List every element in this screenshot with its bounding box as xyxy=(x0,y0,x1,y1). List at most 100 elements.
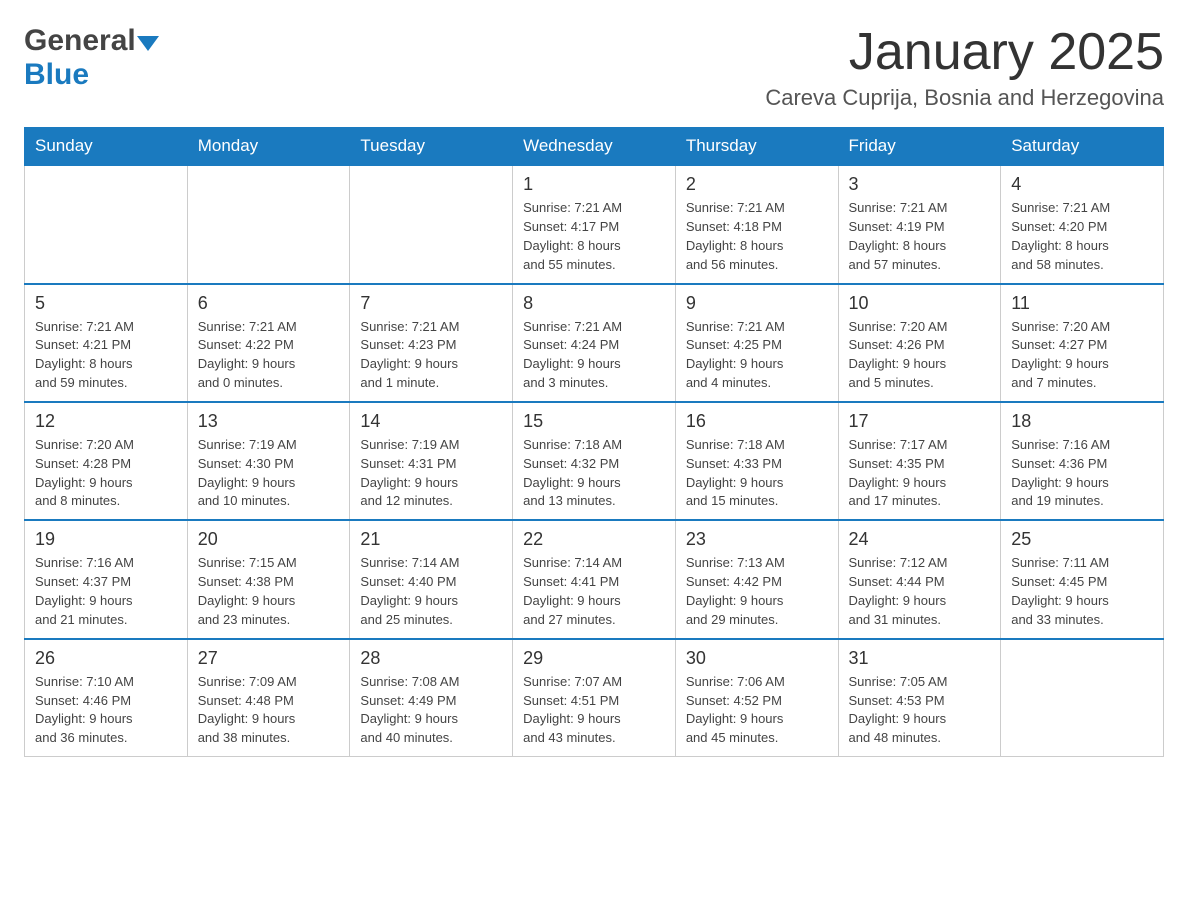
day-info: Sunrise: 7:16 AM Sunset: 4:37 PM Dayligh… xyxy=(35,554,177,629)
calendar-cell: 7 Sunrise: 7:21 AM Sunset: 4:23 PM Daylig… xyxy=(350,284,513,402)
day-number: 12 xyxy=(35,411,177,432)
calendar-cell xyxy=(187,165,350,283)
day-number: 1 xyxy=(523,174,665,195)
calendar-cell: 30 Sunrise: 7:06 AM Sunset: 4:52 PM Dayli… xyxy=(675,639,838,757)
calendar-cell: 26 Sunrise: 7:10 AM Sunset: 4:46 PM Dayli… xyxy=(25,639,188,757)
day-number: 3 xyxy=(849,174,991,195)
day-info: Sunrise: 7:20 AM Sunset: 4:27 PM Dayligh… xyxy=(1011,318,1153,393)
day-info: Sunrise: 7:09 AM Sunset: 4:48 PM Dayligh… xyxy=(198,673,340,748)
day-number: 31 xyxy=(849,648,991,669)
calendar-cell: 9Sunrise: 7:21 AM Sunset: 4:25 PM Daylig… xyxy=(675,284,838,402)
day-number: 18 xyxy=(1011,411,1153,432)
day-number: 13 xyxy=(198,411,340,432)
day-number: 5 xyxy=(35,293,177,314)
calendar-cell: 12 Sunrise: 7:20 AM Sunset: 4:28 PM Dayli… xyxy=(25,402,188,520)
day-info: Sunrise: 7:20 AM Sunset: 4:28 PM Dayligh… xyxy=(35,436,177,511)
calendar-cell: 22 Sunrise: 7:14 AM Sunset: 4:41 PM Dayli… xyxy=(513,520,676,638)
day-number: 26 xyxy=(35,648,177,669)
calendar-cell xyxy=(1001,639,1164,757)
day-info: Sunrise: 7:21 AM Sunset: 4:18 PM Dayligh… xyxy=(686,199,828,274)
calendar-cell: 14 Sunrise: 7:19 AM Sunset: 4:31 PM Dayli… xyxy=(350,402,513,520)
calendar-cell: 4Sunrise: 7:21 AM Sunset: 4:20 PM Daylig… xyxy=(1001,165,1164,283)
calendar-body: 1 Sunrise: 7:21 AM Sunset: 4:17 PM Daylig… xyxy=(25,165,1164,756)
calendar-cell: 6 Sunrise: 7:21 AM Sunset: 4:22 PM Daylig… xyxy=(187,284,350,402)
day-header-thursday: Thursday xyxy=(675,128,838,166)
calendar-cell: 15Sunrise: 7:18 AM Sunset: 4:32 PM Dayli… xyxy=(513,402,676,520)
calendar-cell: 13Sunrise: 7:19 AM Sunset: 4:30 PM Dayli… xyxy=(187,402,350,520)
day-number: 14 xyxy=(360,411,502,432)
day-number: 23 xyxy=(686,529,828,550)
day-info: Sunrise: 7:21 AM Sunset: 4:17 PM Dayligh… xyxy=(523,199,665,274)
day-number: 16 xyxy=(686,411,828,432)
day-info: Sunrise: 7:17 AM Sunset: 4:35 PM Dayligh… xyxy=(849,436,991,511)
day-info: Sunrise: 7:21 AM Sunset: 4:25 PM Dayligh… xyxy=(686,318,828,393)
logo-general-text: General xyxy=(24,24,136,58)
calendar-cell: 31 Sunrise: 7:05 AM Sunset: 4:53 PM Dayli… xyxy=(838,639,1001,757)
day-header-saturday: Saturday xyxy=(1001,128,1164,166)
day-number: 27 xyxy=(198,648,340,669)
day-number: 24 xyxy=(849,529,991,550)
calendar-cell: 2Sunrise: 7:21 AM Sunset: 4:18 PM Daylig… xyxy=(675,165,838,283)
day-number: 6 xyxy=(198,293,340,314)
day-info: Sunrise: 7:21 AM Sunset: 4:21 PM Dayligh… xyxy=(35,318,177,393)
month-title: January 2025 xyxy=(765,24,1164,81)
calendar-cell: 11 Sunrise: 7:20 AM Sunset: 4:27 PM Dayli… xyxy=(1001,284,1164,402)
day-number: 11 xyxy=(1011,293,1153,314)
day-info: Sunrise: 7:11 AM Sunset: 4:45 PM Dayligh… xyxy=(1011,554,1153,629)
week-row-1: 1 Sunrise: 7:21 AM Sunset: 4:17 PM Daylig… xyxy=(25,165,1164,283)
day-info: Sunrise: 7:12 AM Sunset: 4:44 PM Dayligh… xyxy=(849,554,991,629)
day-info: Sunrise: 7:07 AM Sunset: 4:51 PM Dayligh… xyxy=(523,673,665,748)
calendar-cell: 24 Sunrise: 7:12 AM Sunset: 4:44 PM Dayli… xyxy=(838,520,1001,638)
calendar-cell: 25 Sunrise: 7:11 AM Sunset: 4:45 PM Dayli… xyxy=(1001,520,1164,638)
calendar-cell: 23 Sunrise: 7:13 AM Sunset: 4:42 PM Dayli… xyxy=(675,520,838,638)
day-number: 21 xyxy=(360,529,502,550)
logo-blue-text: Blue xyxy=(24,58,89,92)
calendar-cell: 20 Sunrise: 7:15 AM Sunset: 4:38 PM Dayli… xyxy=(187,520,350,638)
title-area: January 2025 Careva Cuprija, Bosnia and … xyxy=(765,24,1164,111)
day-info: Sunrise: 7:21 AM Sunset: 4:23 PM Dayligh… xyxy=(360,318,502,393)
calendar-cell xyxy=(350,165,513,283)
week-row-3: 12 Sunrise: 7:20 AM Sunset: 4:28 PM Dayli… xyxy=(25,402,1164,520)
day-number: 17 xyxy=(849,411,991,432)
calendar-cell: 3Sunrise: 7:21 AM Sunset: 4:19 PM Daylig… xyxy=(838,165,1001,283)
day-header-wednesday: Wednesday xyxy=(513,128,676,166)
calendar-cell: 29 Sunrise: 7:07 AM Sunset: 4:51 PM Dayli… xyxy=(513,639,676,757)
calendar-cell: 19 Sunrise: 7:16 AM Sunset: 4:37 PM Dayli… xyxy=(25,520,188,638)
day-info: Sunrise: 7:21 AM Sunset: 4:22 PM Dayligh… xyxy=(198,318,340,393)
day-info: Sunrise: 7:18 AM Sunset: 4:33 PM Dayligh… xyxy=(686,436,828,511)
day-info: Sunrise: 7:15 AM Sunset: 4:38 PM Dayligh… xyxy=(198,554,340,629)
day-header-friday: Friday xyxy=(838,128,1001,166)
day-info: Sunrise: 7:08 AM Sunset: 4:49 PM Dayligh… xyxy=(360,673,502,748)
logo: General Blue xyxy=(24,24,159,92)
location-title: Careva Cuprija, Bosnia and Herzegovina xyxy=(765,85,1164,111)
day-number: 30 xyxy=(686,648,828,669)
day-info: Sunrise: 7:14 AM Sunset: 4:40 PM Dayligh… xyxy=(360,554,502,629)
day-number: 7 xyxy=(360,293,502,314)
calendar-cell: 21 Sunrise: 7:14 AM Sunset: 4:40 PM Dayli… xyxy=(350,520,513,638)
day-number: 29 xyxy=(523,648,665,669)
day-number: 10 xyxy=(849,293,991,314)
calendar-header: SundayMondayTuesdayWednesdayThursdayFrid… xyxy=(25,128,1164,166)
day-info: Sunrise: 7:19 AM Sunset: 4:31 PM Dayligh… xyxy=(360,436,502,511)
day-number: 20 xyxy=(198,529,340,550)
day-info: Sunrise: 7:16 AM Sunset: 4:36 PM Dayligh… xyxy=(1011,436,1153,511)
day-info: Sunrise: 7:13 AM Sunset: 4:42 PM Dayligh… xyxy=(686,554,828,629)
day-info: Sunrise: 7:10 AM Sunset: 4:46 PM Dayligh… xyxy=(35,673,177,748)
day-info: Sunrise: 7:05 AM Sunset: 4:53 PM Dayligh… xyxy=(849,673,991,748)
day-info: Sunrise: 7:14 AM Sunset: 4:41 PM Dayligh… xyxy=(523,554,665,629)
day-header-tuesday: Tuesday xyxy=(350,128,513,166)
calendar-cell: 5 Sunrise: 7:21 AM Sunset: 4:21 PM Daylig… xyxy=(25,284,188,402)
page-header: General Blue January 2025 Careva Cuprija… xyxy=(24,24,1164,111)
day-info: Sunrise: 7:06 AM Sunset: 4:52 PM Dayligh… xyxy=(686,673,828,748)
calendar-cell: 10Sunrise: 7:20 AM Sunset: 4:26 PM Dayli… xyxy=(838,284,1001,402)
calendar-table: SundayMondayTuesdayWednesdayThursdayFrid… xyxy=(24,127,1164,757)
day-number: 25 xyxy=(1011,529,1153,550)
calendar-cell xyxy=(25,165,188,283)
day-number: 19 xyxy=(35,529,177,550)
calendar-cell: 17 Sunrise: 7:17 AM Sunset: 4:35 PM Dayli… xyxy=(838,402,1001,520)
day-info: Sunrise: 7:21 AM Sunset: 4:20 PM Dayligh… xyxy=(1011,199,1153,274)
day-number: 8 xyxy=(523,293,665,314)
calendar-cell: 1 Sunrise: 7:21 AM Sunset: 4:17 PM Daylig… xyxy=(513,165,676,283)
week-row-5: 26 Sunrise: 7:10 AM Sunset: 4:46 PM Dayli… xyxy=(25,639,1164,757)
day-number: 22 xyxy=(523,529,665,550)
